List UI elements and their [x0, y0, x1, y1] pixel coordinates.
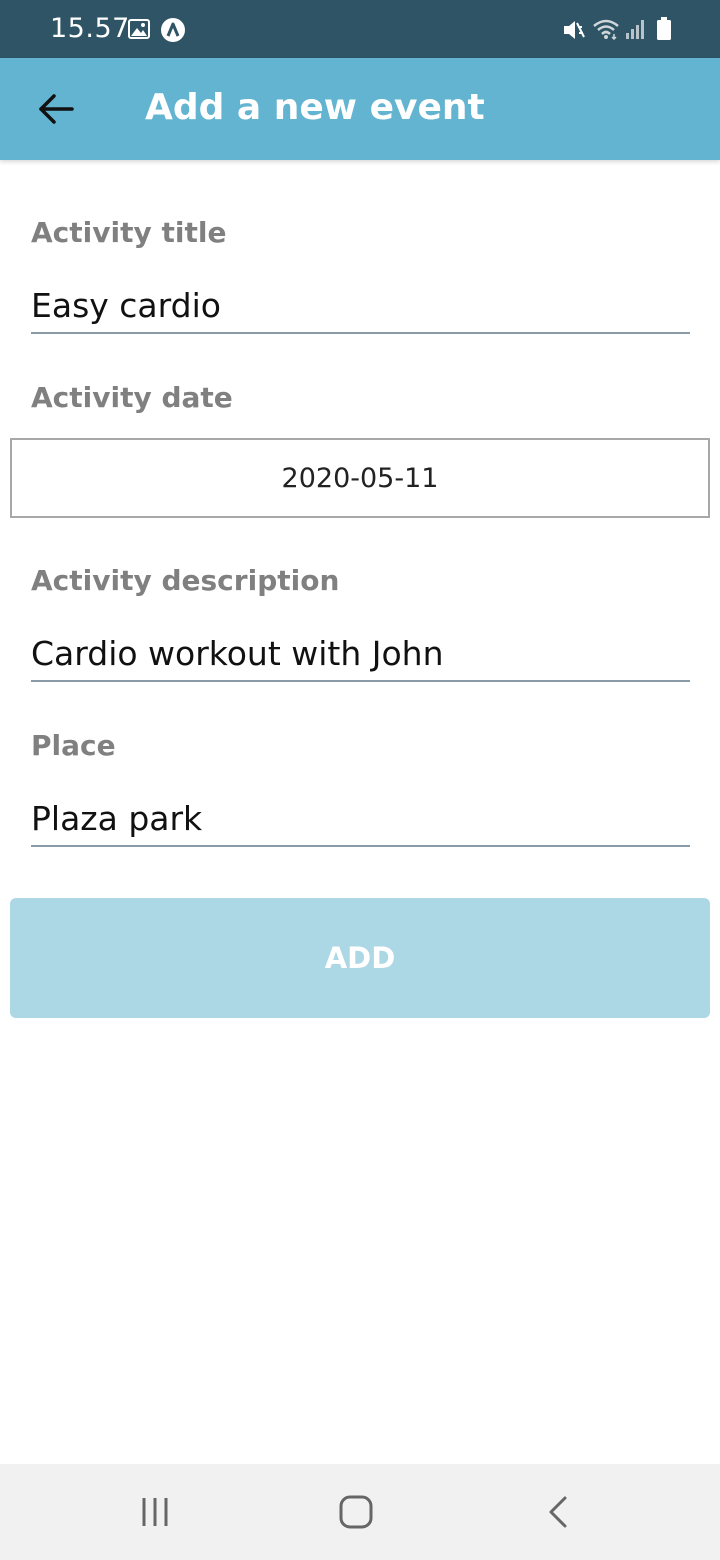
- status-time: 15.57: [50, 13, 130, 44]
- back-nav-button[interactable]: [534, 1488, 582, 1536]
- status-bar: 15.57: [0, 0, 720, 58]
- activity-date-label: Activity date: [31, 381, 233, 414]
- app-notification-icon: [160, 17, 186, 43]
- back-nav-icon: [549, 1496, 567, 1528]
- activity-description-input[interactable]: [31, 626, 690, 682]
- activity-date-value: 2020-05-11: [281, 462, 439, 494]
- battery-icon: [656, 17, 672, 41]
- activity-date-picker[interactable]: 2020-05-11: [10, 438, 710, 518]
- app-bar: Add a new event: [0, 58, 720, 160]
- activity-title-label: Activity title: [31, 216, 227, 249]
- mute-icon: [562, 19, 586, 41]
- image-icon: [128, 19, 150, 39]
- recent-apps-button[interactable]: [131, 1488, 179, 1536]
- place-input[interactable]: [31, 791, 690, 847]
- recent-apps-icon: [142, 1498, 168, 1526]
- page-title: Add a new event: [145, 87, 485, 128]
- navigation-bar: [0, 1464, 720, 1560]
- signal-icon: [624, 18, 646, 40]
- place-label: Place: [31, 729, 116, 762]
- arrow-left-icon: [39, 94, 74, 124]
- wifi-icon: [592, 18, 620, 40]
- add-button[interactable]: ADD: [10, 898, 710, 1018]
- home-button[interactable]: [332, 1488, 380, 1536]
- activity-description-label: Activity description: [31, 564, 340, 597]
- activity-title-input[interactable]: [31, 278, 690, 334]
- home-icon: [339, 1495, 373, 1529]
- back-button[interactable]: [30, 84, 80, 134]
